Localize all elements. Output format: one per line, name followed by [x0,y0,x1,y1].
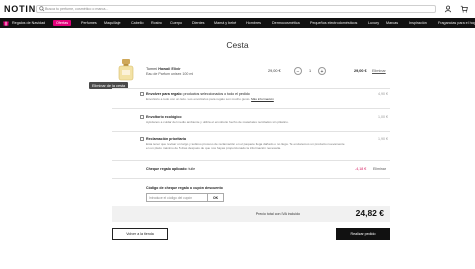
line-total: 29,00 € [354,69,367,73]
eco-wrap-description: Ayúdanos a cuidar del medio ambiente y u… [146,120,289,124]
priority-claim-description: Esta tener que revisar un largo y tedios… [146,142,345,150]
voucher-apply-button[interactable]: OK [208,193,224,202]
nav-item-marcas[interactable]: Marcas [386,18,398,28]
divider [112,131,390,132]
eco-wrap-option[interactable]: Envoltorio ecológico Ayúdanos a cuidar d… [140,115,388,124]
nav-item-mama-bebe[interactable]: Mamá y bebé [214,18,236,28]
gift-wrap-option[interactable]: Envolver para regalo: productos seleccio… [140,92,388,101]
nav-item-hombres[interactable]: Hombres [246,18,261,28]
priority-claim-option[interactable]: Reclamación prioritaria Esta tener que r… [140,137,388,150]
gift-wrap-checkbox[interactable] [140,92,144,96]
nav-item-inspiracion[interactable]: Inspiración [409,18,427,28]
gift-wrap-title-detail: : productos seleccionados o todo el pedi… [181,92,250,96]
applied-voucher-label: Cheque regalo aplicado: tuile [146,167,195,171]
unit-price: 29,00 € [268,69,281,73]
priority-claim-title: Reclamación prioritaria [146,137,186,141]
nav-item-cabello[interactable]: Cabello [131,18,144,28]
nav-item-luxury[interactable]: Luxury [368,18,379,28]
nav-item-dientes[interactable]: Dientes [192,18,205,28]
remove-voucher-link[interactable]: Eliminar [373,167,386,171]
category-nav: Regalos de Navidad Ofertas Perfumes Maqu… [0,18,475,28]
nav-item-ofertas[interactable]: Ofertas [53,20,72,26]
user-icon[interactable] [444,5,452,13]
search-input[interactable]: Busca tu perfume, cosmético o marca... [36,5,436,13]
nav-item-fragancias-hogar[interactable]: Fragancias para el hogar [438,18,475,28]
gift-wrap-description: Envoltorio a todo con un lazo. Los envol… [146,97,251,101]
back-to-shop-button[interactable]: Volver a la tienda [112,228,168,240]
nav-item-regalos-navidad[interactable]: Regalos de Navidad [12,18,45,28]
cart-icon[interactable] [460,5,468,13]
applied-voucher-amount: -4,18 € [355,167,367,171]
nav-item-rostro[interactable]: Rostro [151,18,162,28]
nav-item-cuerpo[interactable]: Cuerpo [170,18,182,28]
divider [112,160,390,161]
quantity-increase-button[interactable]: + [318,67,326,75]
total-summary: Precio total con IVA incluido 24,82 € [112,206,390,222]
divider [112,88,390,89]
product-title: Hawaii Elixir [158,67,181,71]
divider [112,108,390,109]
product-brand: Tommi [146,67,158,71]
eco-wrap-price: 1,00 € [378,115,388,119]
eco-wrap-title: Envoltorio ecológico [146,115,182,119]
page-title: Cesta [226,40,249,50]
remove-item-link[interactable]: Eliminar [372,69,386,73]
nav-item-electrodomesticos[interactable]: Pequeños electrodomésticos [310,18,357,28]
gift-icon [3,21,9,26]
product-variant: Eau de Parfum unisex 100 ml [146,72,194,76]
nav-item-dermocosmetica[interactable]: Dermocosmética [272,18,300,28]
applied-voucher-title: Cheque regalo aplicado [146,167,187,171]
divider [112,178,390,179]
gift-wrap-price: 4,90 € [378,92,388,96]
total-label: Precio total con IVA incluido [255,212,300,216]
total-amount: 24,82 € [355,208,384,218]
search-placeholder: Busca tu perfume, cosmético o marca... [45,7,109,11]
product-name[interactable]: Tommi Hawaii Elixir [146,67,181,71]
top-header: NOTINO Busca tu perfume, cosmético o mar… [0,0,475,18]
product-image[interactable] [112,56,140,84]
nav-item-perfumes[interactable]: Perfumes [81,18,97,28]
more-info-link[interactable]: Más información [251,97,274,101]
gift-wrap-title: Envolver para regalo [146,92,182,96]
quantity-decrease-button[interactable]: − [294,67,302,75]
quantity-value: 1 [309,69,312,73]
checkout-button[interactable]: Realizar pedido [336,228,390,240]
priority-claim-price: 1,90 € [378,137,388,141]
voucher-code-label: Código de cheque regalo o cupón descuent… [146,186,223,190]
nav-item-maquillaje[interactable]: Maquillaje [104,18,121,28]
priority-claim-checkbox[interactable] [140,137,144,141]
eco-wrap-checkbox[interactable] [140,115,144,119]
voucher-code-input[interactable]: Introduce el código del cupón [146,193,208,202]
applied-voucher-code: : tuile [186,167,196,171]
